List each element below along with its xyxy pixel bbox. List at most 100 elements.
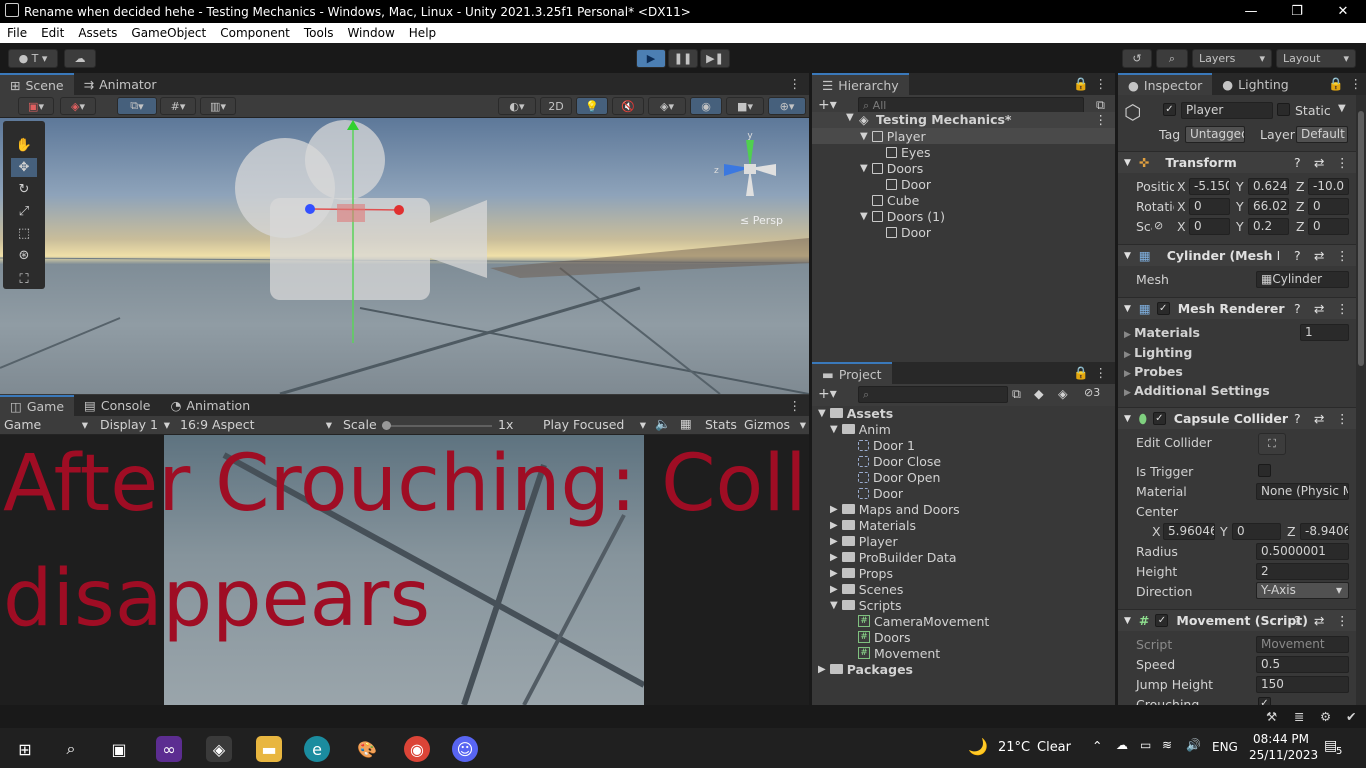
hierarchy-item-eyes[interactable]: Eyes — [886, 144, 931, 160]
menu-gameobject[interactable]: GameObject — [124, 26, 213, 40]
orientation-gizmo[interactable]: y z — [710, 128, 800, 218]
kebab-menu-icon[interactable]: ⋮ — [1336, 155, 1349, 170]
search-options-icon[interactable]: ⧉ — [1096, 97, 1105, 113]
chevron-down-icon[interactable]: ▼ — [1124, 304, 1131, 314]
unity-icon[interactable]: ◈ — [206, 736, 232, 762]
lock-icon[interactable]: 🔒 — [1328, 76, 1344, 92]
kebab-menu-icon[interactable]: ⋮ — [1095, 365, 1108, 380]
move-gizmo[interactable] — [295, 118, 435, 348]
rect-tool-icon[interactable]: ⬚ — [11, 224, 37, 243]
project-item-door-open[interactable]: Door Open — [858, 469, 940, 485]
custom-tool-icon[interactable]: ⛶ — [11, 270, 37, 289]
scrollbar-thumb[interactable] — [1358, 111, 1364, 366]
play-focused-dropdown[interactable]: Play Focused ▾ — [543, 417, 646, 432]
materials-foldout[interactable]: ▶ Materials — [1124, 325, 1200, 340]
tab-inspector[interactable]: ● Inspector — [1118, 73, 1213, 95]
stats-button[interactable]: Stats — [705, 417, 737, 432]
project-item-anim[interactable]: ▼ Anim — [830, 421, 891, 437]
windows-start-icon[interactable]: ⊞ — [12, 736, 38, 762]
menu-tools[interactable]: Tools — [297, 26, 341, 40]
layers-dropdown[interactable]: Layers ▾ — [1192, 49, 1272, 68]
tab-game[interactable]: ◫ Game — [0, 395, 75, 416]
help-icon[interactable]: ? — [1294, 155, 1301, 170]
menu-assets[interactable]: Assets — [71, 26, 124, 40]
tab-hierarchy[interactable]: ☰ Hierarchy — [812, 73, 909, 95]
weather-icon[interactable]: 🌙 — [968, 737, 988, 756]
collider-material-field[interactable]: None (Physic Material) — [1256, 483, 1349, 500]
preset-icon[interactable]: ⇄ — [1314, 411, 1324, 426]
debug-icon[interactable]: ⚒ — [1266, 709, 1277, 724]
project-item-movement-script[interactable]: # Movement — [858, 645, 940, 661]
project-item-materials[interactable]: ▶ Materials — [830, 517, 916, 533]
weather-temp[interactable]: 21°C — [998, 740, 1030, 755]
lighting-foldout[interactable]: ▶ Lighting — [1124, 345, 1192, 360]
tab-animation[interactable]: ◔ Animation — [160, 395, 260, 416]
project-item-packages[interactable]: ▶ Packages — [818, 661, 913, 677]
hierarchy-item-player[interactable]: ▼ Player — [860, 128, 926, 144]
speaker-icon[interactable]: 🔈 — [655, 416, 671, 432]
display-dropdown[interactable]: Display 1 ▾ — [100, 417, 170, 432]
mesh-renderer-header[interactable]: ▼ ▦ ✓ Mesh Renderer ? ⇄ ⋮ — [1118, 297, 1356, 319]
cloud-button[interactable]: ☁ — [64, 49, 96, 68]
step-button[interactable]: ▶❚ — [700, 49, 730, 68]
transform-tool-icon[interactable]: ⊛ — [11, 246, 37, 265]
hierarchy-item-door[interactable]: Door — [886, 176, 931, 192]
project-item-scripts[interactable]: ▼ Scripts — [830, 597, 901, 613]
height-field[interactable]: 2 — [1256, 563, 1349, 580]
filter-icon[interactable]: ◆ — [1034, 386, 1044, 401]
project-item-cameramovement[interactable]: # CameraMovement — [858, 613, 989, 629]
chevron-right-icon[interactable]: ▶ — [830, 536, 838, 547]
project-item-probuilder[interactable]: ▶ ProBuilder Data — [830, 549, 957, 565]
clock-date[interactable]: 25/11/2023 — [1249, 748, 1318, 762]
paint-icon[interactable]: 🎨 — [354, 736, 380, 762]
hierarchy-item-doors[interactable]: ▼ Doors — [860, 160, 923, 176]
chevron-down-icon[interactable]: ▼ — [830, 600, 838, 611]
additional-settings-foldout[interactable]: ▶ Additional Settings — [1124, 383, 1270, 398]
lighting-toggle[interactable]: 💡 — [576, 97, 608, 115]
preset-icon[interactable]: ⇄ — [1314, 301, 1324, 316]
capsule-collider-header[interactable]: ▼ ⬮ ✓ Capsule Collider ? ⇄ ⋮ — [1118, 407, 1356, 429]
move-tool-icon[interactable]: ✥ — [11, 158, 37, 177]
project-item-door-close[interactable]: Door Close — [858, 453, 941, 469]
camera-button[interactable]: ■ ▾ — [726, 97, 764, 115]
kebab-menu-icon[interactable]: ⋮ — [1336, 411, 1349, 426]
center-x-field[interactable]: 5.96046 — [1163, 523, 1215, 540]
visual-studio-icon[interactable]: ∞ — [156, 736, 182, 762]
static-checkbox[interactable] — [1277, 103, 1290, 116]
render-mode-button[interactable]: ◐ ▾ — [498, 97, 536, 115]
project-item-assets[interactable]: ▼ Assets — [818, 405, 893, 421]
tab-scene[interactable]: ⊞ Scene — [0, 73, 74, 95]
2d-toggle[interactable]: 2D — [540, 97, 572, 115]
is-trigger-checkbox[interactable] — [1258, 464, 1271, 477]
network-icon[interactable]: ☁ — [1116, 738, 1128, 752]
search-by-type-icon[interactable]: ⧉ — [1012, 386, 1021, 402]
probes-foldout[interactable]: ▶ Probes — [1124, 364, 1183, 379]
shading-button[interactable]: ◈ ▾ — [60, 97, 96, 115]
center-y-field[interactable]: 0 — [1232, 523, 1281, 540]
project-item-player[interactable]: ▶ Player — [830, 533, 898, 549]
hidden-packages-button[interactable]: ⊘3 — [1084, 386, 1100, 399]
label-icon[interactable]: ◈ — [1058, 386, 1068, 401]
link-icon[interactable]: ⊘ — [1154, 219, 1163, 232]
add-icon[interactable]: +▾ — [818, 97, 837, 113]
menu-help[interactable]: Help — [402, 26, 443, 40]
chevron-right-icon[interactable]: ▶ — [830, 552, 838, 563]
rotate-tool-icon[interactable]: ↻ — [11, 180, 37, 199]
rotation-x-field[interactable]: 0 — [1189, 198, 1230, 215]
position-y-field[interactable]: 0.624 — [1248, 178, 1289, 195]
jump-height-field[interactable]: 150 — [1256, 676, 1349, 693]
chevron-down-icon[interactable]: ▼ — [1124, 414, 1131, 424]
materials-count-field[interactable]: 1 — [1300, 324, 1349, 341]
clock-time[interactable]: 08:44 PM — [1253, 732, 1309, 746]
tab-lighting[interactable]: ● Lighting — [1212, 73, 1298, 95]
restore-icon[interactable]: ❐ — [1274, 0, 1320, 23]
persp-label[interactable]: ≤ Persp — [740, 214, 783, 227]
increment-snap-button[interactable]: ▥ ▾ — [200, 97, 236, 115]
chevron-right-icon[interactable]: ▶ — [818, 664, 826, 675]
crouching-checkbox[interactable]: ✓ — [1258, 697, 1271, 705]
edit-collider-button[interactable]: ⛶ — [1258, 433, 1286, 455]
visibility-toggle[interactable]: ◉ — [690, 97, 722, 115]
scene-row[interactable]: ▼ ◈ Testing Mechanics* ⋮ — [812, 112, 1115, 128]
grid-snap-button[interactable]: # ▾ — [160, 97, 196, 115]
chevron-down-icon[interactable]: ▼ — [1124, 616, 1131, 626]
